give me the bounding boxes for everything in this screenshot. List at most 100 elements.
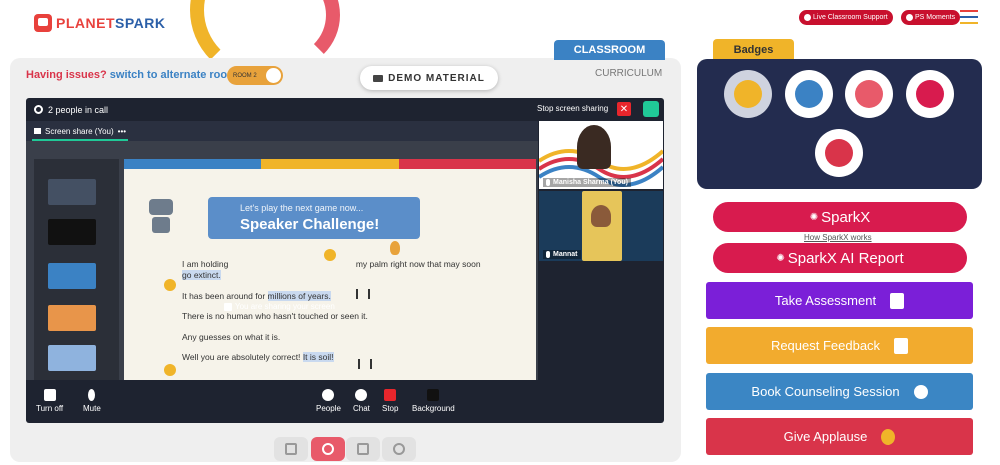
badge-icon[interactable] [906, 70, 954, 118]
stop-screen-icon [384, 389, 397, 401]
more-options-icon[interactable]: ••• [118, 127, 126, 136]
phone-icon [913, 384, 928, 399]
slide-line: It has been around for millions of years… [182, 291, 331, 301]
book-counseling-button[interactable]: Book Counseling Session [706, 373, 973, 410]
participant-face [591, 205, 611, 227]
shared-screen: Let's play the next game now... Speaker … [26, 141, 538, 380]
badges-tab[interactable]: Badges [713, 39, 794, 60]
background-button[interactable]: Background [412, 389, 455, 413]
chat-button[interactable]: Chat [353, 389, 370, 413]
emoji-icon [324, 249, 336, 261]
slide-line: Any guesses on what it is. [182, 332, 281, 342]
live-support-label: Live Classroom Support [813, 14, 888, 21]
planetspark-logo: PLANETSPARK [34, 14, 165, 32]
give-applause-button[interactable]: Give Applause [706, 418, 973, 455]
emoji-icon [164, 364, 176, 376]
audio-wave-icon [358, 359, 372, 369]
people-button[interactable]: People [316, 389, 341, 413]
support-icon [804, 14, 811, 21]
background-label: Background [412, 404, 455, 413]
tab-classroom[interactable]: CLASSROOM [554, 40, 665, 60]
settings-icon[interactable] [34, 105, 43, 114]
palette-button[interactable] [382, 437, 416, 461]
badge-icon[interactable] [785, 70, 833, 118]
presentation-slide: Let's play the next game now... Speaker … [124, 159, 536, 380]
request-feedback-button[interactable]: Request Feedback [706, 327, 973, 364]
slide-thumbnail[interactable] [48, 345, 96, 371]
call-controls: Turn off Mute People Chat Stop Backgroun… [26, 383, 664, 423]
slide-thumbnail[interactable] [48, 305, 96, 331]
sparkx-ai-report-button[interactable]: ✺ SparkX AI Report [713, 243, 967, 273]
slide-thumbnail[interactable] [48, 179, 96, 205]
audio-wave-icon [356, 289, 370, 299]
participant-name-tag: Manisha Sharma (You) [543, 178, 631, 187]
sparkx-button[interactable]: ✺ SparkX [713, 202, 967, 232]
live-support-button[interactable]: Live Classroom Support [799, 10, 893, 25]
give-applause-label: Give Applause [783, 429, 868, 444]
mic-icon [546, 179, 550, 186]
stop-share-button[interactable]: Stop [382, 389, 398, 413]
camera-toggle-button[interactable]: Turn off [36, 389, 63, 413]
turn-off-label: Turn off [36, 404, 64, 413]
slide-thumbnail[interactable] [48, 219, 96, 245]
room-toggle[interactable]: ROOM 2 [227, 66, 283, 85]
end-class-button[interactable] [311, 437, 345, 461]
badge-icon[interactable] [724, 70, 772, 118]
document-icon [894, 337, 909, 354]
slide-line: go extinct. [182, 270, 221, 280]
power-icon [322, 443, 334, 455]
ps-moments-label: PS Moments [915, 14, 956, 21]
slide-line: Well you are absolutely correct! It is s… [182, 352, 334, 362]
stop-sharing-close-icon[interactable]: ✕ [617, 102, 631, 116]
mute-button[interactable]: Mute [83, 389, 101, 413]
robot-logo-icon [34, 14, 52, 32]
demo-material-label: DEMO MATERIAL [388, 72, 485, 84]
badge-icon[interactable] [815, 129, 863, 177]
chat-icon [355, 389, 368, 401]
people-label: People [316, 404, 341, 413]
sharing-notice-label: You are sharing your screen [235, 302, 335, 311]
clapping-hands-icon [881, 428, 896, 445]
sparkx-ai-report-label: SparkX AI Report [787, 249, 904, 267]
participant-tile[interactable]: Manisha Sharma (You) [537, 121, 664, 189]
share-status-icon[interactable] [643, 101, 659, 117]
menu-icon[interactable] [960, 10, 978, 24]
demo-material-button[interactable]: DEMO MATERIAL [360, 66, 498, 90]
moments-icon [906, 14, 913, 21]
fullscreen-icon [285, 443, 297, 455]
screen-share-label: Screen share (You) [45, 126, 114, 136]
logo-text-suffix: SPARK [115, 15, 166, 31]
take-assessment-button[interactable]: Take Assessment [706, 282, 973, 319]
spark-icon: ✺ [776, 252, 785, 264]
slide-thumbnail[interactable] [48, 263, 96, 289]
toggle-knob [266, 68, 281, 83]
ps-moments-button[interactable]: PS Moments [901, 10, 961, 25]
how-sparkx-link[interactable]: How SparkX works [804, 233, 872, 242]
person-icon [322, 389, 335, 401]
mute-label: Mute [83, 404, 101, 413]
slide-subtitle: Let's play the next game now... [240, 203, 364, 213]
participant-video [577, 125, 611, 169]
slide-banner: Let's play the next game now... Speaker … [208, 197, 420, 239]
participant-tile[interactable]: Mannat [539, 191, 663, 261]
tab-curriculum[interactable]: CURRICULUM [595, 68, 662, 79]
request-feedback-label: Request Feedback [770, 338, 881, 353]
mic-icon [88, 389, 96, 401]
fullscreen-button[interactable] [274, 437, 308, 461]
robot-icon [144, 193, 178, 237]
hand-icon [390, 241, 400, 255]
video-camera-icon [43, 389, 56, 401]
screen-share-button[interactable] [346, 437, 380, 461]
share-screen-icon [224, 302, 232, 311]
spark-icon: ✺ [809, 211, 819, 223]
screen-share-tab[interactable]: Screen share (You) ••• [26, 121, 538, 141]
badge-icon[interactable] [845, 70, 893, 118]
issues-text: Having issues? [26, 69, 107, 81]
emoji-icon [164, 279, 176, 291]
mic-icon [546, 251, 550, 258]
switch-room-link[interactable]: switch to alternate room [110, 69, 237, 81]
palette-icon [393, 443, 405, 455]
background-icon [427, 389, 440, 401]
logo-text: PLANET [56, 15, 115, 31]
slide-thumbnails [34, 159, 119, 380]
